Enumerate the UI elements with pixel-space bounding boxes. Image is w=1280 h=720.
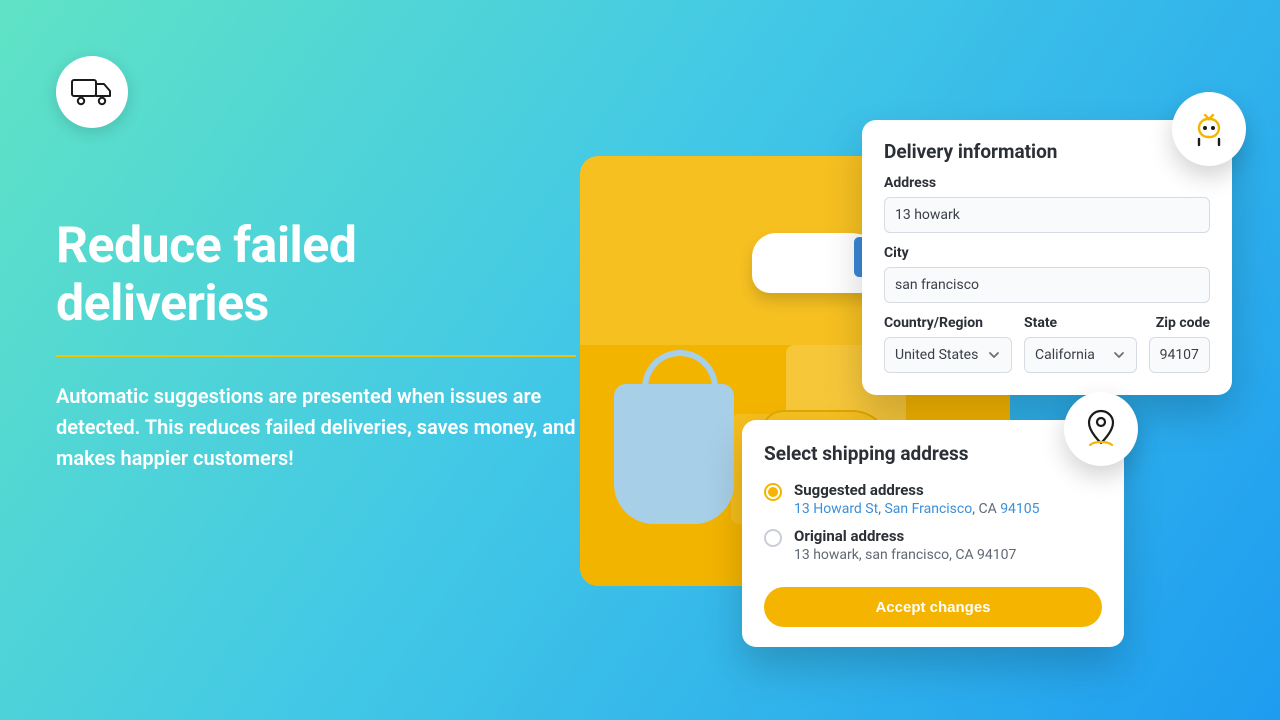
accept-changes-button[interactable]: Accept changes [764, 587, 1102, 627]
address-input[interactable]: 13 howark [884, 197, 1210, 233]
shipping-heading: Select shipping address [764, 442, 1102, 465]
suggested-value: 13 Howard St, San Francisco, CA 94105 [794, 501, 1040, 517]
city-label: City [884, 245, 1210, 261]
hero-body: Automatic suggestions are presented when… [56, 381, 576, 474]
country-label: Country/Region [884, 315, 1012, 331]
radio-selected[interactable] [764, 483, 782, 501]
bot-badge [1172, 92, 1246, 166]
zip-input[interactable]: 94107 [1149, 337, 1210, 373]
zip-value: 94107 [1160, 347, 1199, 363]
city-input[interactable]: san francisco [884, 267, 1210, 303]
hero-title: Reduce failed deliveries [56, 218, 576, 333]
delivery-info-card: Delivery information Address 13 howark C… [862, 120, 1232, 395]
chevron-down-icon [1112, 348, 1126, 362]
suggested-label: Suggested address [794, 481, 1040, 499]
marketing-slide: Reduce failed deliveries Automatic sugge… [0, 0, 1280, 720]
address-value: 13 howark [895, 207, 960, 223]
state-label: State [1024, 315, 1137, 331]
chevron-down-icon [987, 348, 1001, 362]
map-pin-icon [1082, 407, 1120, 451]
truck-badge [56, 56, 128, 128]
original-address-option[interactable]: Original address 13 howark, san francisc… [764, 527, 1102, 563]
zip-label: Zip code [1149, 315, 1210, 331]
original-label: Original address [794, 527, 1016, 545]
original-value: 13 howark, san francisco, CA 94107 [794, 547, 1016, 563]
radio-unselected[interactable] [764, 529, 782, 547]
truck-icon [71, 77, 113, 107]
divider [56, 355, 576, 357]
delivery-heading: Delivery information [884, 140, 1210, 163]
state-value: California [1035, 347, 1095, 363]
suggested-address-option[interactable]: Suggested address 13 Howard St, San Fran… [764, 481, 1102, 517]
state-select[interactable]: California [1024, 337, 1137, 373]
shipping-address-card: Select shipping address Suggested addres… [742, 420, 1124, 647]
country-select[interactable]: United States [884, 337, 1012, 373]
hero-block: Reduce failed deliveries Automatic sugge… [56, 218, 576, 474]
robot-icon [1189, 109, 1229, 149]
address-label: Address [884, 175, 1210, 191]
city-value: san francisco [895, 277, 979, 293]
country-value: United States [895, 347, 978, 363]
pin-badge [1064, 392, 1138, 466]
